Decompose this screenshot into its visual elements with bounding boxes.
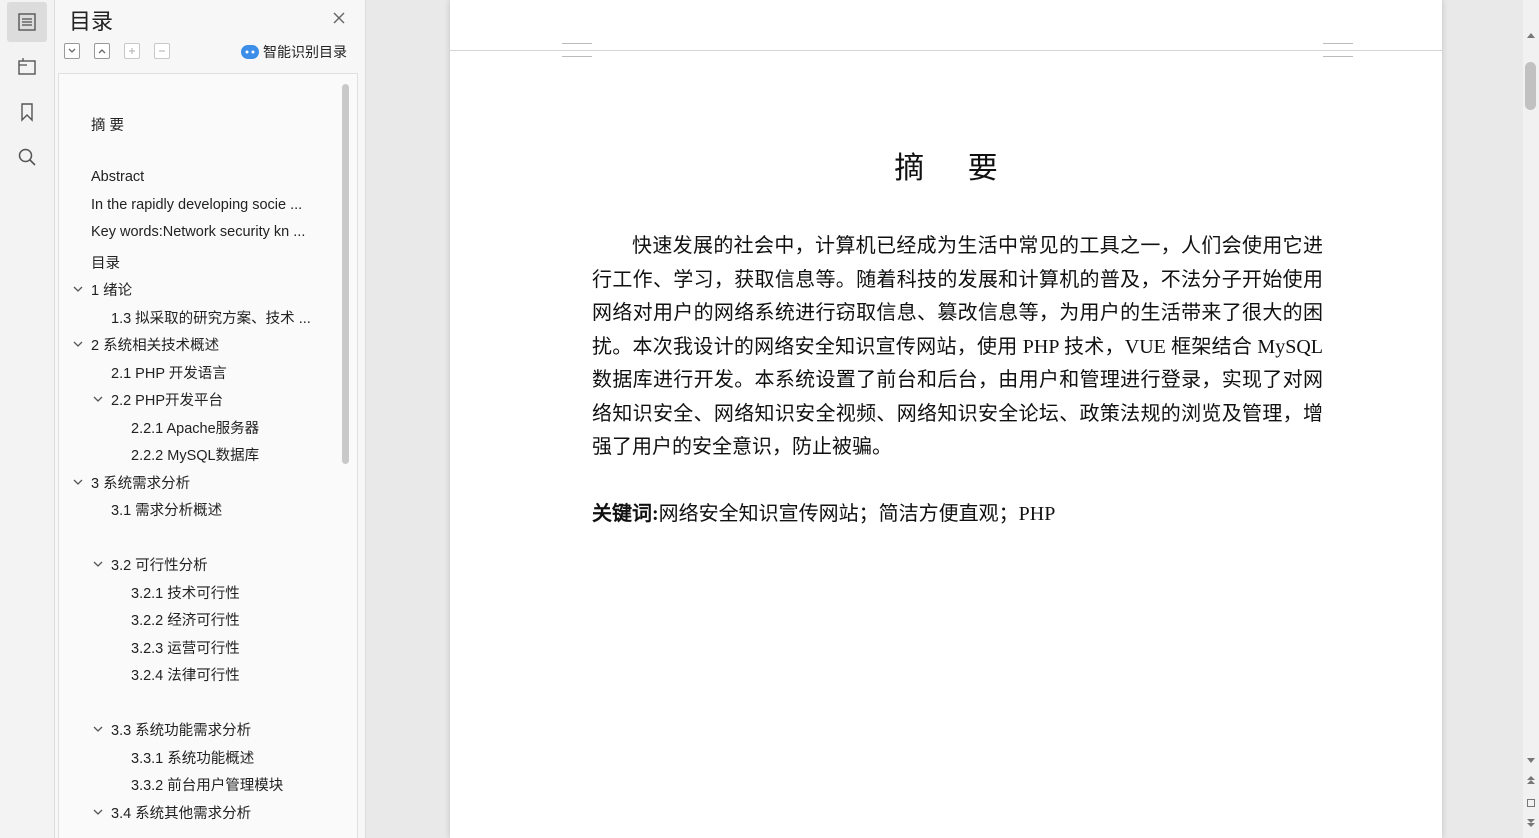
toc-item[interactable]: 3 系统需求分析 [91, 472, 190, 493]
left-icon-strip [0, 0, 55, 838]
toc-item[interactable]: 1 绪论 [91, 279, 132, 300]
close-icon[interactable] [331, 10, 347, 26]
bookmark-icon[interactable] [7, 92, 47, 132]
toc-item[interactable]: 1.3 拟采取的研究方案、技术 ... [111, 307, 311, 328]
document-title: 摘 要 [894, 152, 1016, 185]
toc-title: 目录 [69, 9, 114, 34]
document-keywords: 关键词:网络安全知识宣传网站；简洁方便直观；PHP [592, 498, 1323, 531]
toc-item[interactable]: 2.2 PHP开发平台 [111, 389, 223, 410]
toc-scrollbar[interactable] [342, 84, 349, 464]
toc-item[interactable]: Key words:Network security kn ... [91, 224, 305, 240]
page-icon[interactable] [1526, 795, 1536, 807]
scroll-thumb[interactable] [1525, 62, 1536, 110]
header-divider [450, 50, 1442, 51]
expand-all-button[interactable] [64, 43, 80, 59]
toc-item[interactable]: 目录 [91, 252, 120, 273]
keywords-label: 关键词: [592, 503, 659, 525]
chevron-down-icon[interactable] [71, 337, 85, 351]
add-entry-button[interactable] [124, 43, 140, 59]
toc-item[interactable]: 3.2.4 法律可行性 [131, 664, 240, 685]
toc-item[interactable]: 3.3.2 前台用户管理模块 [131, 774, 283, 795]
header-corner-right [1323, 43, 1353, 57]
ai-icon [241, 45, 259, 59]
prev-page-icon[interactable] [1526, 772, 1536, 784]
smart-toc-label: 智能识别目录 [263, 44, 347, 60]
scroll-up-icon[interactable] [1526, 28, 1536, 38]
toc-item[interactable]: 3.2.1 技术可行性 [131, 582, 240, 603]
document-scrollbar[interactable] [1523, 0, 1539, 838]
toc-panel: 目录 智能识别目录 摘 要 Abstract In the rapidly deve… [55, 0, 366, 838]
outline-icon[interactable] [7, 47, 47, 87]
smart-toc-button[interactable]: 智能识别目录 [241, 42, 347, 62]
document-body: 快速发展的社会中，计算机已经成为生活中常见的工具之一，人们会使用它进行工作、学习… [592, 235, 1323, 458]
toc-item[interactable]: 摘 要 [91, 114, 124, 135]
document-area: 摘 要 快速发展的社会中，计算机已经成为生活中常见的工具之一，人们会使用它进行工… [366, 0, 1523, 838]
toc-item[interactable]: 3.3.1 系统功能概述 [131, 747, 254, 768]
toc-item[interactable]: In the rapidly developing socie ... [91, 197, 302, 213]
toc-item[interactable]: 3.2.3 运营可行性 [131, 637, 240, 658]
chevron-down-icon[interactable] [91, 557, 105, 571]
search-icon[interactable] [7, 137, 47, 177]
chevron-down-icon[interactable] [91, 805, 105, 819]
toc-icon[interactable] [7, 2, 47, 42]
toc-item[interactable]: 3.1 需求分析概述 [111, 499, 222, 520]
toc-item[interactable]: 3.2.2 经济可行性 [131, 609, 240, 630]
toc-item[interactable]: Abstract [91, 169, 144, 185]
toc-item[interactable]: 3.3 系统功能需求分析 [111, 719, 251, 740]
chevron-down-icon[interactable] [71, 282, 85, 296]
next-page-icon[interactable] [1526, 815, 1536, 827]
scroll-down-icon[interactable] [1526, 752, 1536, 763]
collapse-all-button[interactable] [94, 43, 110, 59]
chevron-down-icon[interactable] [91, 392, 105, 406]
keywords-text: 网络安全知识宣传网站；简洁方便直观；PHP [658, 503, 1056, 525]
toc-item[interactable]: 2.2.2 MySQL数据库 [131, 444, 259, 465]
remove-entry-button[interactable] [154, 43, 170, 59]
toc-item[interactable]: 3.4 系统其他需求分析 [111, 802, 251, 823]
toc-item[interactable]: 2 系统相关技术概述 [91, 334, 219, 355]
header-corner-left [562, 43, 592, 57]
toc-list: 摘 要 Abstract In the rapidly developing soc… [58, 73, 358, 838]
toc-item[interactable]: 3.2 可行性分析 [111, 554, 208, 575]
toc-item[interactable]: 2.2.1 Apache服务器 [131, 417, 259, 438]
toc-item[interactable]: 2.1 PHP 开发语言 [111, 362, 227, 383]
chevron-down-icon[interactable] [91, 722, 105, 736]
chevron-down-icon[interactable] [71, 475, 85, 489]
document-page: 摘 要 快速发展的社会中，计算机已经成为生活中常见的工具之一，人们会使用它进行工… [450, 0, 1442, 838]
